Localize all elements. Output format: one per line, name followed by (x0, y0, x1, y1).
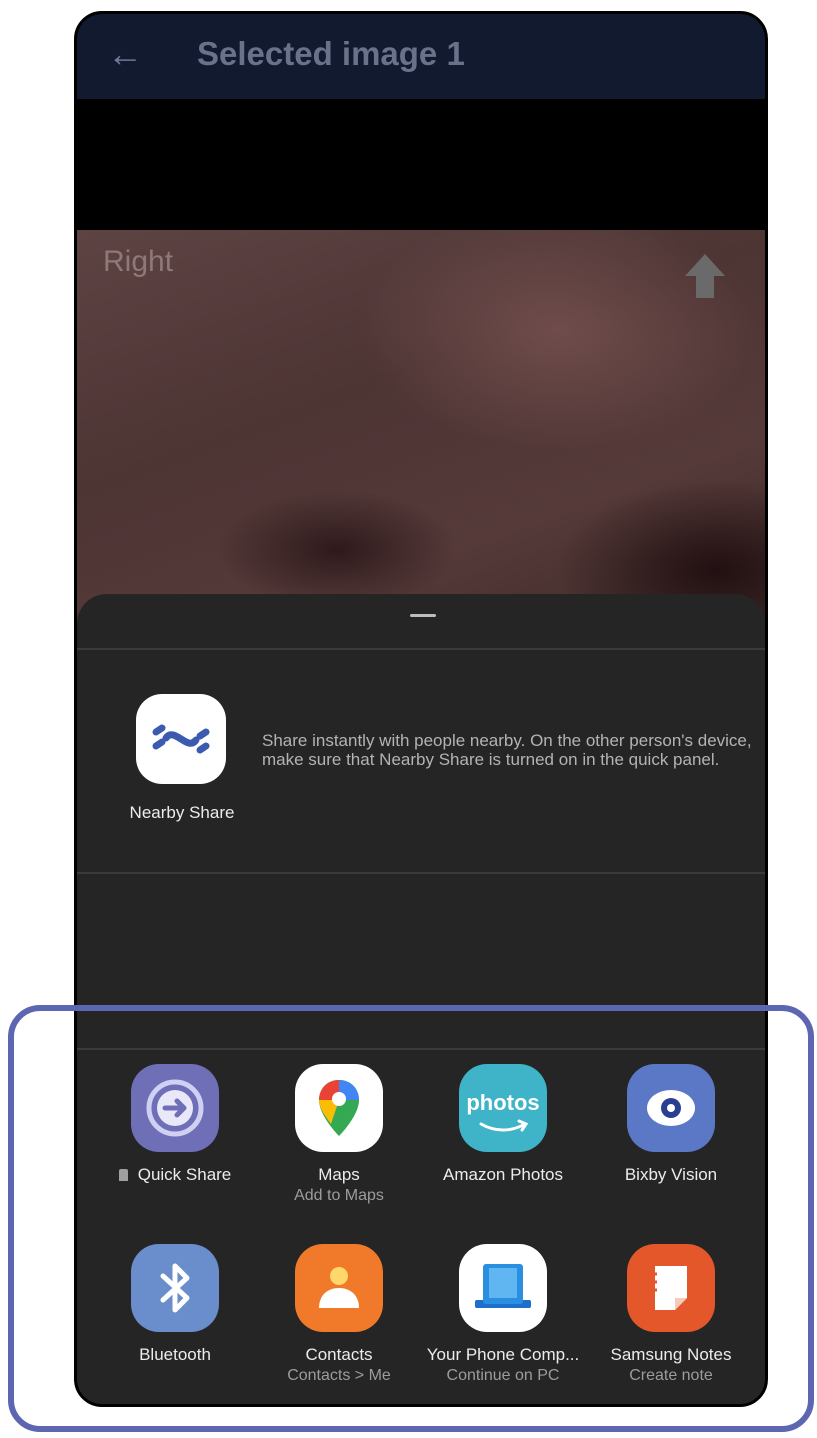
page-title: Selected image 1 (197, 35, 465, 72)
image-top-band (77, 99, 765, 230)
drag-handle[interactable] (410, 614, 436, 617)
arrow-left-icon[interactable]: ← (105, 34, 145, 74)
nearby-share-icon[interactable] (136, 694, 226, 784)
eye-image: Right (77, 230, 765, 630)
nearby-share-label: Nearby Share (129, 803, 235, 822)
highlight-frame (8, 1005, 814, 1432)
upload-arrow-icon[interactable] (683, 252, 727, 300)
eye-side-label: Right (103, 245, 174, 278)
divider (77, 872, 765, 874)
divider (77, 648, 765, 650)
nearby-share-description: Share instantly with people nearby. On t… (262, 731, 752, 769)
app-bar: ← Selected image 1 (77, 14, 765, 99)
